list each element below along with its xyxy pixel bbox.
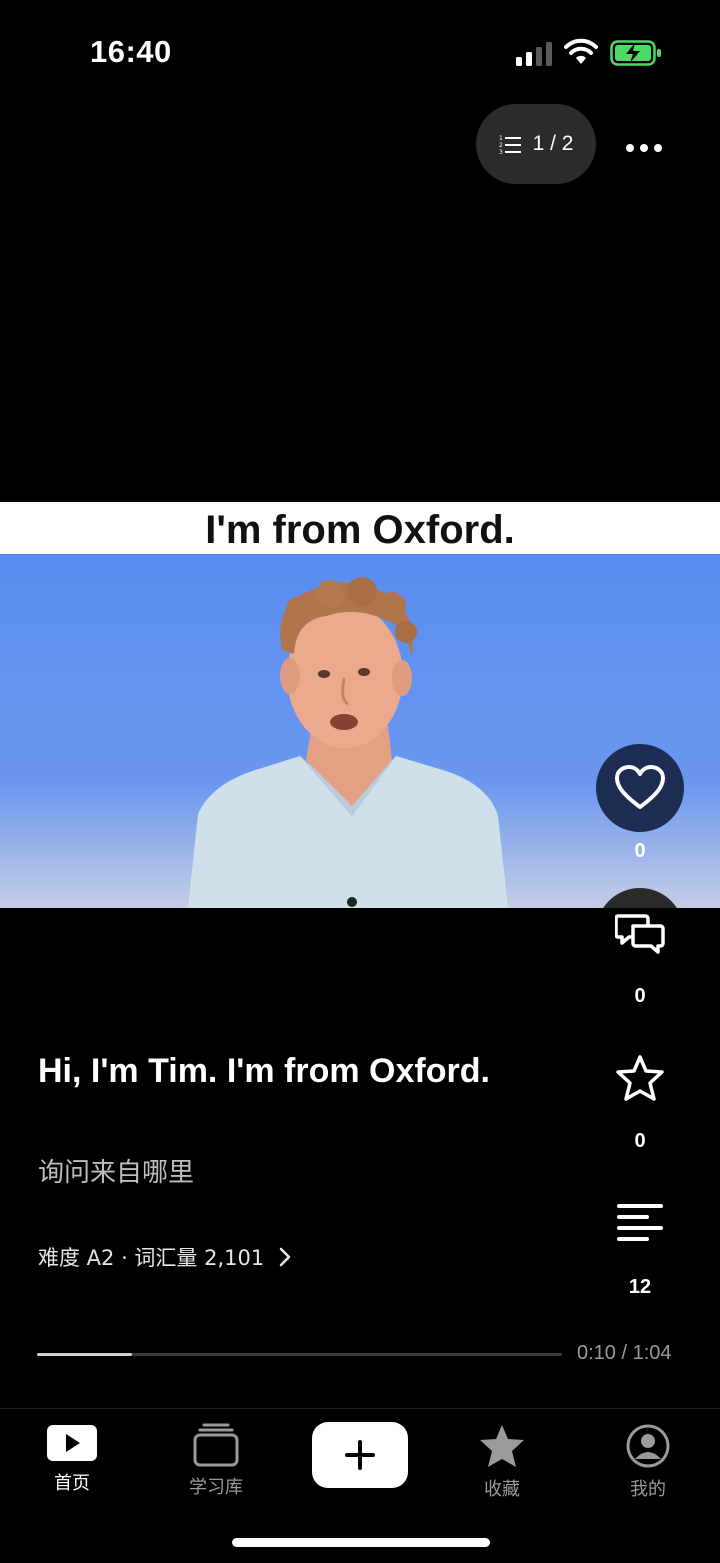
video-caption: I'm from Oxford. — [0, 502, 720, 554]
heart-icon — [615, 765, 665, 809]
tab-library[interactable]: 学习库 — [156, 1423, 276, 1499]
tab-profile[interactable]: 我的 — [588, 1423, 708, 1501]
wifi-icon — [564, 38, 598, 64]
star-icon — [480, 1425, 524, 1467]
plus-icon — [345, 1440, 375, 1470]
svg-text:2: 2 — [499, 142, 503, 149]
more-options-button[interactable] — [620, 128, 668, 168]
chevron-right-icon — [279, 1247, 291, 1267]
playback-progress-bar[interactable] — [37, 1353, 562, 1356]
favorite-button[interactable] — [596, 1054, 684, 1102]
tab-home-label: 首页 — [54, 1473, 90, 1494]
more-dots-icon — [626, 144, 662, 152]
comment-button[interactable] — [596, 912, 684, 954]
star-outline-icon — [616, 1055, 664, 1101]
playback-progress-fill — [37, 1353, 132, 1356]
difficulty-vocab-text: 难度 A2 · 词汇量 2,101 — [38, 1246, 265, 1270]
comment-bubbles-icon — [615, 914, 665, 954]
cellular-signal-icon — [516, 42, 552, 66]
transcript-count: 12 — [628, 1276, 652, 1298]
battery-charging-icon — [610, 40, 661, 66]
tab-profile-label: 我的 — [630, 1479, 666, 1500]
video-subtitle: 询问来自哪里 — [38, 1158, 195, 1188]
comment-button-backdrop — [596, 888, 684, 908]
playlist-counter-button[interactable]: 1 2 3 1 / 2 — [476, 104, 596, 184]
numbered-list-icon: 1 2 3 — [499, 135, 521, 154]
tab-home[interactable]: 首页 — [12, 1423, 132, 1495]
difficulty-vocab-link[interactable]: 难度 A2 · 词汇量 2,101 — [38, 1242, 292, 1272]
comment-count: 0 — [634, 985, 646, 1007]
svg-text:1: 1 — [499, 135, 503, 142]
tab-library-label: 学习库 — [189, 1477, 243, 1498]
svg-text:3: 3 — [499, 149, 503, 154]
playlist-counter-text: 1 / 2 — [532, 132, 574, 155]
favorite-count: 0 — [634, 1130, 646, 1152]
text-lines-icon — [617, 1204, 663, 1241]
like-count: 0 — [634, 840, 646, 862]
library-icon — [193, 1423, 239, 1467]
playback-time: 0:10 / 1:04 — [577, 1342, 672, 1364]
play-icon — [47, 1425, 97, 1461]
status-time: 16:40 — [90, 34, 172, 69]
transcript-button[interactable] — [596, 1202, 684, 1244]
add-button[interactable] — [312, 1422, 408, 1488]
profile-icon — [626, 1424, 670, 1468]
tab-favorites[interactable]: 收藏 — [442, 1423, 562, 1501]
like-button[interactable] — [596, 744, 684, 832]
tab-favorites-label: 收藏 — [484, 1479, 520, 1500]
video-title: Hi, I'm Tim. I'm from Oxford. — [38, 1052, 490, 1090]
home-indicator — [232, 1538, 490, 1547]
